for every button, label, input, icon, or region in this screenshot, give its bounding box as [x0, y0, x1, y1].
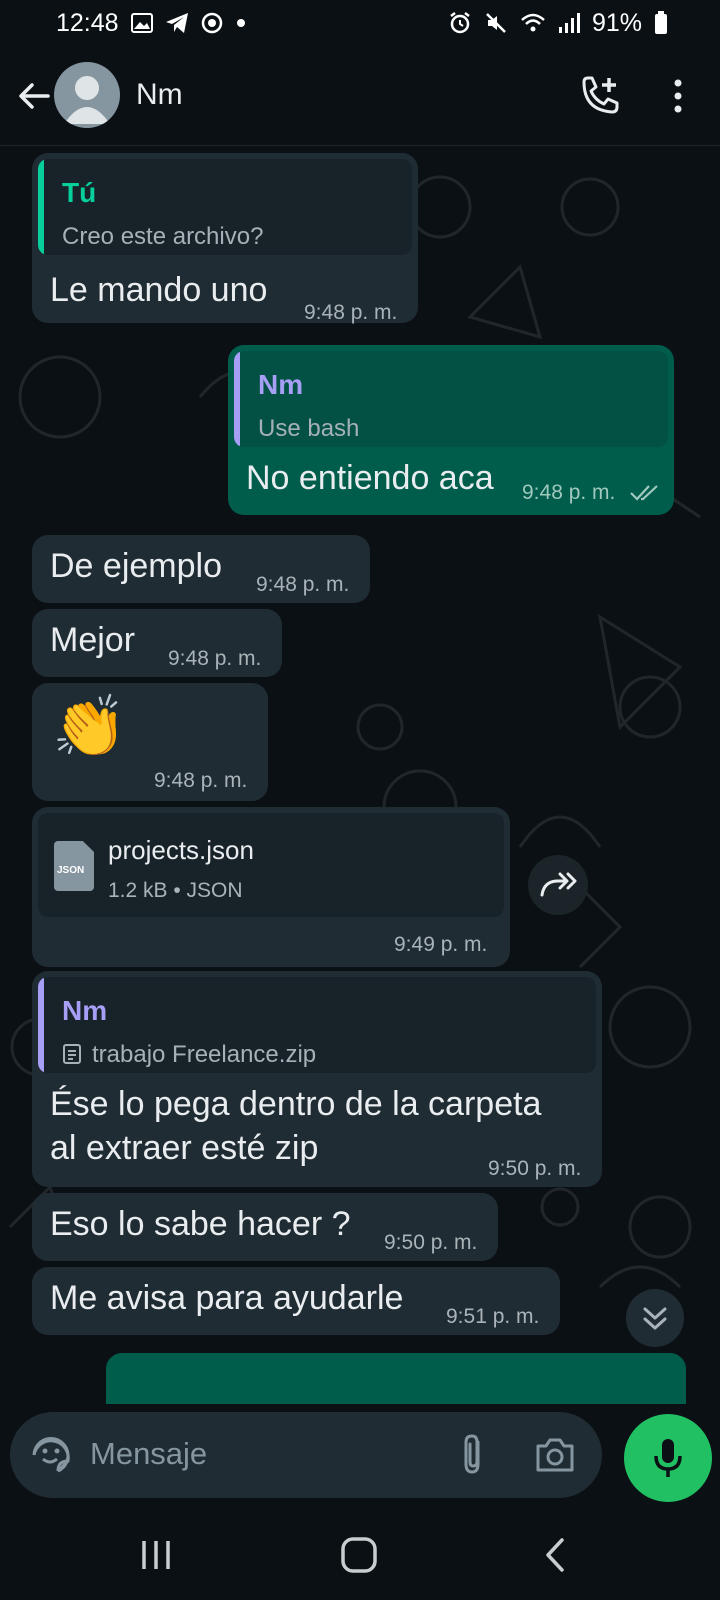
message-text: Eso lo sabe hacer ?: [50, 1205, 351, 1243]
gallery-icon: [130, 13, 153, 33]
message-time: 9:48 p. m.: [168, 647, 262, 670]
quote-author: Nm: [62, 995, 108, 1026]
quoted-reply[interactable]: Nm Use bash: [234, 351, 668, 447]
signal-icon: [558, 13, 580, 33]
file-name: projects.json: [108, 835, 254, 865]
scroll-to-bottom-button[interactable]: [626, 1289, 684, 1347]
message-text-line-2: al extraer esté zip: [50, 1129, 319, 1167]
message-incoming[interactable]: JSON projects.json 1.2 kB • JSON 9:49 p.…: [32, 807, 510, 967]
chat-messages[interactable]: Tú Creo este archivo? Le mando uno 9:48 …: [0, 147, 720, 1404]
message-incoming[interactable]: De ejemplo 9:48 p. m.: [32, 535, 370, 603]
message-time: 9:49 p. m.: [394, 933, 488, 956]
mute-icon: [486, 13, 506, 33]
forward-button[interactable]: [528, 855, 588, 915]
quote-bar: [234, 351, 240, 447]
nav-back-icon[interactable]: [540, 1536, 570, 1574]
quote-author: Tú: [62, 177, 97, 208]
alarm-icon: [450, 12, 470, 34]
avatar[interactable]: [54, 62, 120, 128]
message-time: 9:51 p. m.: [446, 1305, 540, 1328]
status-bar: 12:48 91%: [0, 0, 720, 46]
quoted-reply[interactable]: Tú Creo este archivo?: [38, 159, 412, 255]
mic-icon: [654, 1439, 682, 1477]
file-icon-label: JSON: [57, 865, 85, 876]
recent-apps-icon[interactable]: [138, 1538, 174, 1572]
telegram-icon: [165, 13, 188, 33]
message-input[interactable]: Mensaje: [90, 1436, 207, 1472]
quoted-reply[interactable]: Nm trabajo Freelance.zip: [38, 977, 596, 1073]
quote-bar: [38, 159, 44, 255]
quote-text: trabajo Freelance.zip: [92, 1041, 317, 1068]
message-outgoing[interactable]: Nm Use bash No entiendo aca 9:48 p. m.: [228, 345, 674, 515]
quote-text: Use bash: [258, 415, 360, 442]
add-call-icon[interactable]: [578, 74, 622, 118]
double-chevron-down-icon: [643, 1307, 667, 1330]
message-text: Me avisa para ayudarle: [50, 1279, 404, 1317]
avatar-icon: [64, 76, 110, 124]
contact-name[interactable]: Nm: [136, 78, 183, 112]
message-incoming[interactable]: Mejor 9:48 p. m.: [32, 609, 282, 677]
dot-icon: [236, 19, 245, 27]
vpn-icon: [201, 12, 222, 34]
battery-icon: [655, 11, 667, 34]
document-icon: [63, 1044, 81, 1064]
system-nav-bar: [0, 1510, 720, 1600]
message-time: 9:48 p. m.: [304, 301, 398, 324]
read-double-check-icon: [630, 485, 658, 501]
message-time: 9:48 p. m.: [256, 573, 350, 596]
message-incoming[interactable]: Me avisa para ayudarle 9:51 p. m.: [32, 1267, 560, 1335]
attach-icon[interactable]: [456, 1432, 490, 1478]
home-icon[interactable]: [340, 1536, 378, 1574]
message-text: Mejor: [50, 621, 136, 659]
message-composer: Mensaje: [10, 1412, 602, 1498]
emoji-sticker-icon[interactable]: [30, 1434, 72, 1476]
voice-record-button[interactable]: [624, 1414, 712, 1502]
message-incoming[interactable]: Tú Creo este archivo? Le mando uno 9:48 …: [32, 153, 418, 324]
camera-icon[interactable]: [534, 1436, 576, 1474]
message-outgoing-partial[interactable]: [106, 1353, 686, 1404]
message-incoming[interactable]: 👏 9:48 p. m.: [32, 683, 268, 801]
message-time: 9:50 p. m.: [384, 1231, 478, 1254]
wifi-icon: [521, 13, 545, 32]
message-text: De ejemplo: [50, 547, 222, 585]
status-time: 12:48: [56, 8, 119, 37]
message-text: Le mando uno: [50, 271, 268, 309]
clapping-hands-emoji: 👏: [52, 693, 127, 760]
chat-header: Nm: [0, 46, 720, 146]
file-meta: 1.2 kB • JSON: [108, 879, 243, 902]
message-text-line-1: Ése lo pega dentro de la carpeta: [50, 1085, 542, 1123]
file-attachment[interactable]: JSON projects.json 1.2 kB • JSON: [38, 813, 504, 917]
quote-text: Creo este archivo?: [62, 223, 264, 250]
message-incoming[interactable]: Eso lo sabe hacer ? 9:50 p. m.: [32, 1193, 498, 1261]
message-time: 9:50 p. m.: [488, 1157, 582, 1180]
back-arrow-icon[interactable]: [14, 76, 54, 116]
quote-bar: [38, 977, 44, 1073]
forward-icon: [540, 872, 577, 897]
battery-percent: 91%: [591, 8, 642, 37]
message-time: 9:48 p. m.: [522, 481, 616, 504]
message-time: 9:48 p. m.: [154, 769, 248, 792]
more-vert-icon[interactable]: [660, 76, 696, 116]
message-incoming[interactable]: Nm trabajo Freelance.zip Ése lo pega den…: [32, 971, 602, 1187]
quote-author: Nm: [258, 369, 304, 400]
message-text: No entiendo aca: [246, 459, 494, 497]
json-file-icon: JSON: [54, 841, 94, 891]
